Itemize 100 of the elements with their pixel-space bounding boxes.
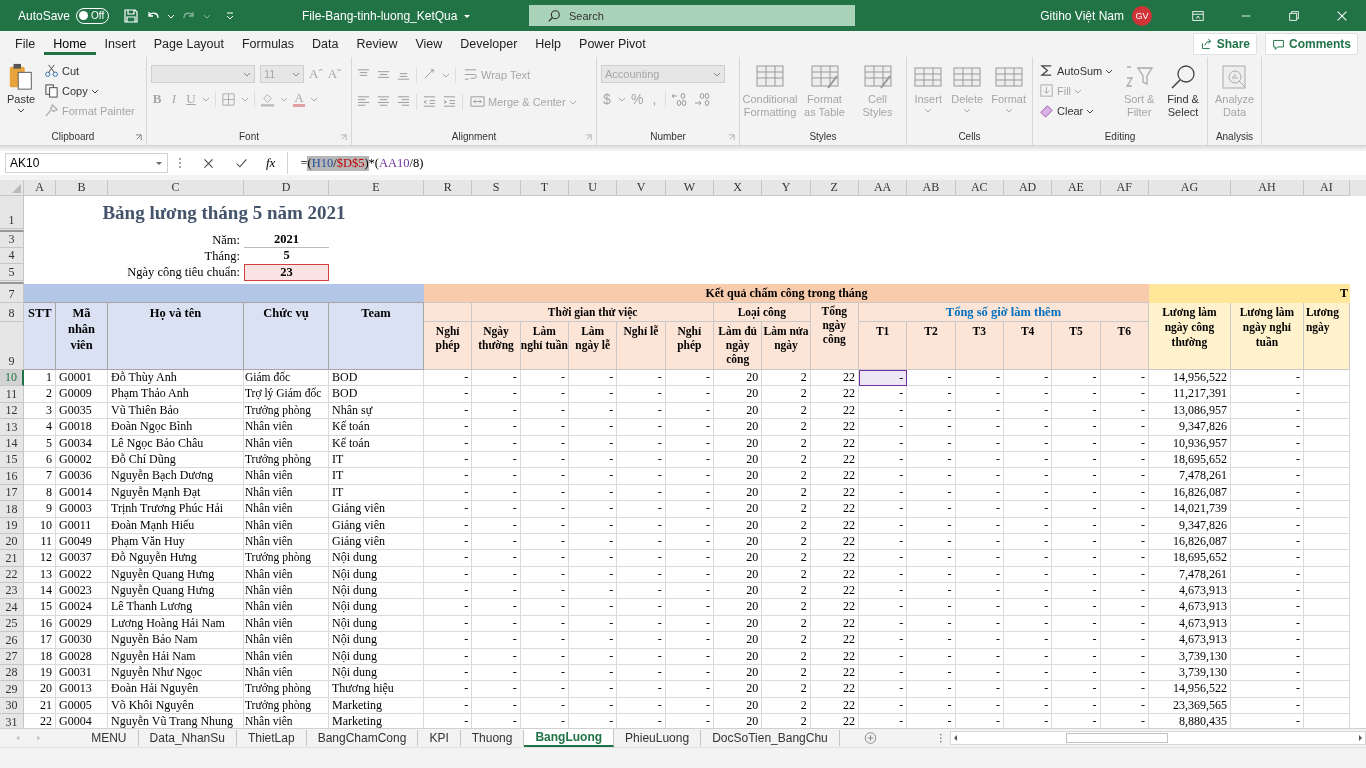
ribbon-tab[interactable]: Formulas xyxy=(232,33,304,55)
column-header[interactable]: W xyxy=(665,180,714,196)
row-header[interactable]: 28 xyxy=(0,665,24,682)
column-header[interactable]: AF xyxy=(1100,180,1149,196)
table-cell: - xyxy=(907,484,956,502)
column-header[interactable]: V xyxy=(617,180,666,196)
ribbon-display-icon[interactable] xyxy=(1191,8,1205,23)
column-header[interactable]: AA xyxy=(858,180,908,196)
table-cell: Nguyễn Hải Nam xyxy=(108,648,244,666)
column-header[interactable]: AG xyxy=(1148,180,1231,196)
row-header[interactable]: 10 xyxy=(0,370,24,387)
sheet-tab[interactable]: KPI xyxy=(418,730,461,746)
paste-button[interactable]: Paste xyxy=(4,61,38,116)
horizontal-scrollbar[interactable] xyxy=(949,731,1366,745)
add-sheet-icon[interactable] xyxy=(863,731,877,745)
table-cell: - xyxy=(1230,615,1304,633)
sheet-tab[interactable]: BangChamCong xyxy=(306,730,419,746)
clear-button[interactable]: Clear xyxy=(1037,101,1116,120)
row-header[interactable]: 16 xyxy=(0,468,24,485)
row-header[interactable]: 4 xyxy=(0,248,24,264)
customize-icon[interactable] xyxy=(225,10,236,21)
column-header[interactable]: AH xyxy=(1230,180,1304,196)
autosum-button[interactable]: AutoSum xyxy=(1037,61,1116,80)
column-header[interactable]: Z xyxy=(810,180,859,196)
ribbon-tab[interactable]: Home xyxy=(44,33,96,55)
dialog-launcher-icon[interactable] xyxy=(135,134,142,141)
find-select-button[interactable]: Find & Select xyxy=(1163,61,1203,121)
row-header[interactable]: 13 xyxy=(0,419,24,436)
ribbon-tab[interactable]: Power Pivot xyxy=(570,33,655,55)
sheet-tab[interactable]: DocSoTien_BangChu xyxy=(701,730,840,746)
column-header[interactable]: AC xyxy=(955,180,1004,196)
comments-button[interactable]: Comments xyxy=(1265,33,1358,55)
formula-field[interactable]: =(H10/$D$5)*(AA10/8) xyxy=(287,152,1366,174)
search-field[interactable]: Search xyxy=(529,5,855,26)
grip-icon[interactable] xyxy=(938,731,944,745)
next-sheet-icon[interactable] xyxy=(35,734,43,742)
restore-icon[interactable] xyxy=(1287,8,1301,23)
user-name[interactable]: Gitiho Việt Nam xyxy=(1040,8,1124,23)
column-header[interactable]: S xyxy=(472,180,521,196)
row-header[interactable]: 21 xyxy=(0,550,24,567)
table-cell: G0030 xyxy=(56,632,108,649)
column-header[interactable]: R xyxy=(424,180,473,196)
name-box[interactable]: AK10 xyxy=(5,153,168,173)
column-header[interactable]: U xyxy=(569,180,618,196)
ribbon-tab[interactable]: Data xyxy=(303,33,348,55)
column-header[interactable]: D xyxy=(244,180,329,196)
share-button[interactable]: Share xyxy=(1192,33,1257,55)
ribbon-tab[interactable]: Insert xyxy=(95,33,145,55)
table-cell: 14,956,522 xyxy=(1148,370,1231,387)
row-header[interactable]: 24 xyxy=(0,599,24,616)
table-cell: - xyxy=(1003,615,1053,633)
table-cell: - xyxy=(1052,501,1101,518)
row-header[interactable]: 5 xyxy=(0,264,24,281)
insert-function-button[interactable]: fx xyxy=(266,155,276,171)
row-header[interactable]: 7 xyxy=(0,284,24,303)
copy-button[interactable]: Copy xyxy=(42,81,137,100)
column-header[interactable]: AI xyxy=(1303,180,1350,196)
select-all-button[interactable] xyxy=(0,180,24,196)
enter-icon[interactable] xyxy=(235,156,248,170)
row-header[interactable]: 11 xyxy=(0,386,24,403)
row-header[interactable]: 29 xyxy=(0,681,24,698)
row-header[interactable]: 23 xyxy=(0,583,24,600)
column-header[interactable]: E xyxy=(329,180,424,196)
avatar[interactable]: GV xyxy=(1132,5,1152,26)
ribbon-tab[interactable]: Page Layout xyxy=(144,33,233,55)
previous-sheet-icon[interactable] xyxy=(14,734,22,742)
table-cell: - xyxy=(520,615,569,633)
table-cell: Trưởng phòng xyxy=(244,697,329,715)
save-icon[interactable] xyxy=(123,7,140,24)
column-header[interactable]: X xyxy=(713,180,763,196)
row-header[interactable]: 18 xyxy=(0,501,24,518)
row-header[interactable]: 31 xyxy=(0,714,24,728)
row-header[interactable]: 8 xyxy=(0,303,24,322)
cancel-icon[interactable] xyxy=(202,156,215,170)
column-heading: Làm ngày lễ xyxy=(569,322,618,370)
cut-button[interactable]: Cut xyxy=(42,61,137,80)
column-header[interactable]: AE xyxy=(1052,180,1101,196)
sheet-tab[interactable]: MENU xyxy=(80,730,139,746)
row-header[interactable]: 3 xyxy=(0,232,24,248)
column-header[interactable]: A xyxy=(24,180,56,196)
sheet-tab[interactable]: PhieuLuong xyxy=(614,730,702,746)
ribbon-tab[interactable]: Developer xyxy=(451,33,527,55)
ribbon-tab[interactable]: Review xyxy=(347,33,407,55)
column-header[interactable]: T xyxy=(520,180,569,196)
column-header[interactable]: B xyxy=(56,180,108,196)
column-header[interactable]: Y xyxy=(762,180,811,196)
table-cell: G0013 xyxy=(56,681,108,698)
file-name[interactable]: File-Bang-tinh-luong_KetQua xyxy=(302,8,458,23)
sheet-tab[interactable]: Data_NhanSu xyxy=(138,730,237,746)
sheet-tab[interactable]: BangLuong xyxy=(524,729,615,747)
ribbon-tab[interactable]: View xyxy=(406,33,452,55)
column-header[interactable]: C xyxy=(108,180,244,196)
row-header[interactable]: 1 xyxy=(0,196,24,229)
column-header[interactable]: AB xyxy=(907,180,956,196)
ribbon-tab[interactable]: File xyxy=(6,33,45,55)
column-header[interactable]: AD xyxy=(1003,180,1053,196)
row-header[interactable]: 9 xyxy=(0,322,24,370)
row-header[interactable]: 26 xyxy=(0,632,24,649)
ribbon-tab[interactable]: Help xyxy=(526,33,571,55)
sheet-tab[interactable]: ThietLap xyxy=(236,730,307,746)
